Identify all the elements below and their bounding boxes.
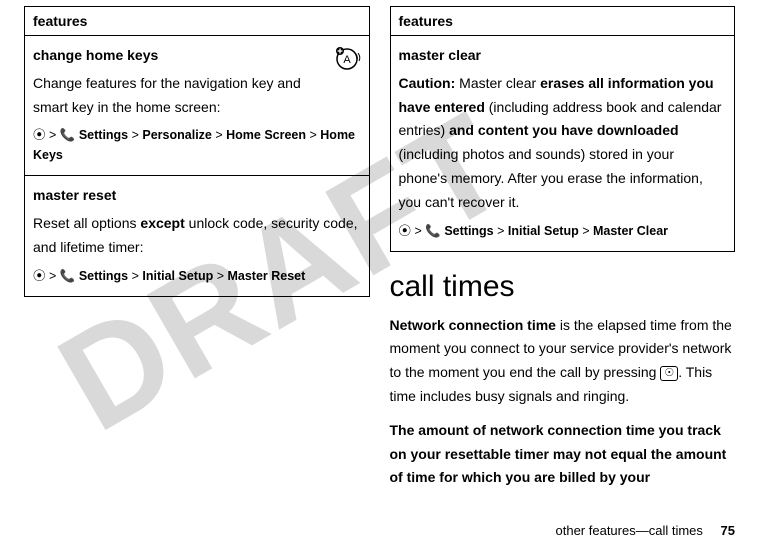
row-title: master reset (33, 184, 361, 208)
page-number: 75 (721, 523, 735, 538)
end-key-icon: ☉ (660, 366, 678, 381)
menu-path: ⦿ > 📞 Settings > Personalize > Home Scre… (33, 125, 361, 165)
features-table-left: features A chan (24, 6, 370, 297)
left-column: features A chan (24, 6, 370, 500)
section-heading-call-times: call times (390, 270, 736, 304)
features-table-right: features master clear Caution: Master cl… (390, 6, 736, 252)
row-master-reset: master reset Reset all options except un… (25, 176, 370, 296)
right-column: features master clear Caution: Master cl… (390, 6, 736, 500)
paragraph-billing-note: The amount of network connection time yo… (390, 419, 736, 490)
row-desc-pre: Reset all options (33, 215, 140, 231)
row-title: master clear (399, 44, 727, 68)
para2-bold: The amount of network connection time yo… (390, 422, 727, 486)
page-footer: other features—call times 75 (556, 523, 736, 538)
accessibility-icon: A (333, 44, 361, 80)
settings-icon: 📞 (60, 128, 76, 142)
menu-path: ⦿ > 📞 Settings > Initial Setup > Master … (399, 221, 727, 241)
row-master-clear: master clear Caution: Master clear erase… (390, 36, 735, 252)
row-desc-bold: except (140, 215, 184, 231)
table-header: features (25, 7, 370, 36)
page-content: features A chan (0, 0, 759, 500)
center-key-glyph: ⦿ (399, 224, 412, 238)
footer-text: other features—call times (556, 523, 703, 538)
para1-bold: Network connection time (390, 317, 556, 333)
row-title: change home keys (33, 44, 361, 68)
center-key-glyph: ⦿ (33, 128, 46, 142)
center-key-glyph: ⦿ (33, 269, 46, 283)
svg-text:A: A (343, 54, 351, 66)
settings-icon: 📞 (425, 224, 441, 238)
settings-icon: 📞 (60, 269, 76, 283)
b2: and content you have downloaded (449, 122, 678, 138)
menu-path: ⦿ > 📞 Settings > Initial Setup > Master … (33, 266, 361, 286)
row-change-home-keys: A change home keys Change features for t… (25, 36, 370, 176)
table-header: features (390, 7, 735, 36)
paragraph-network-connection: Network connection time is the elapsed t… (390, 314, 736, 409)
row-desc: Change features for the navigation key a… (33, 75, 301, 115)
t1: Master clear (455, 75, 540, 91)
caution-label: Caution: (399, 75, 456, 91)
t3: (including photos and sounds) stored in … (399, 146, 703, 210)
